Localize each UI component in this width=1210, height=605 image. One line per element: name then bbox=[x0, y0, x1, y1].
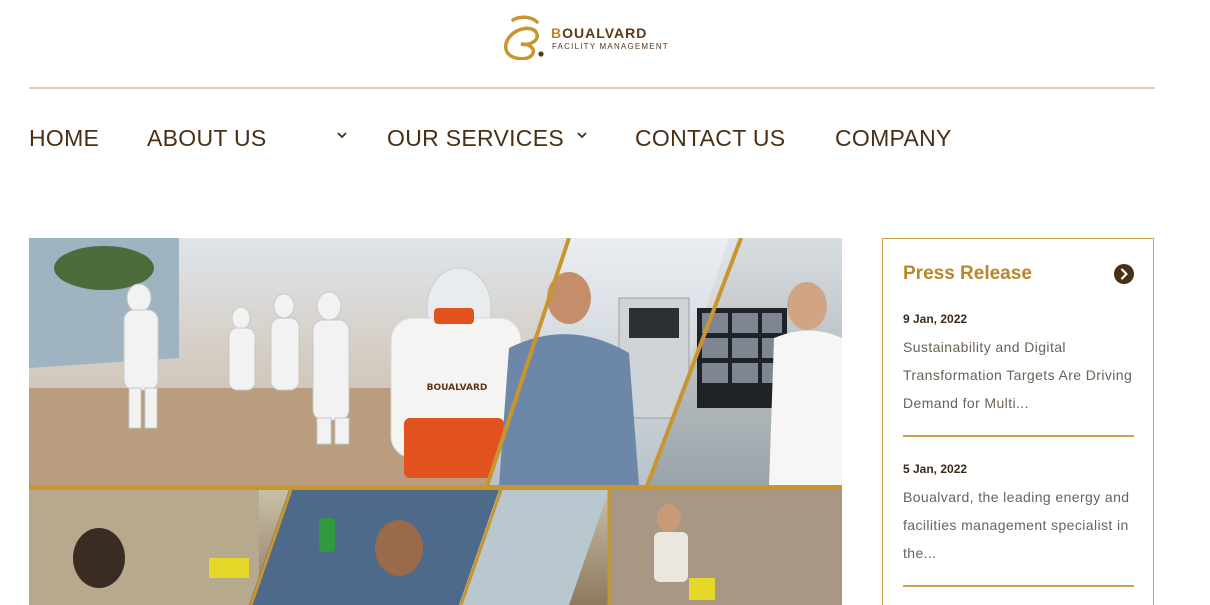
nav-contact-us[interactable]: CONTACT US bbox=[635, 118, 785, 158]
chevron-down-icon[interactable] bbox=[575, 128, 589, 142]
press-release-panel: Press Release 9 Jan, 2022 Sustainability… bbox=[882, 238, 1154, 605]
brand-tagline: FACILITY MANAGEMENT bbox=[552, 42, 669, 51]
brand-name: BOUALVARD bbox=[551, 25, 648, 41]
main-nav: HOME ABOUT US OUR SERVICES CONTACT US CO… bbox=[0, 118, 1210, 158]
arrow-right-circle-icon[interactable] bbox=[1113, 263, 1135, 285]
press-release-excerpt[interactable]: Sustainability and Digital Transformatio… bbox=[903, 333, 1135, 417]
press-release-divider bbox=[903, 585, 1134, 587]
press-release-date: 9 Jan, 2022 bbox=[903, 312, 968, 326]
press-release-item: 9 Jan, 2022 Sustainability and Digital T… bbox=[903, 311, 1135, 417]
press-release-title: Press Release bbox=[903, 263, 1032, 284]
hero-collage-illustration: BOUALVARD bbox=[29, 238, 842, 605]
hero-collage-image: BOUALVARD bbox=[29, 238, 842, 605]
site-logo[interactable]: BOUALVARD FACILITY MANAGEMENT bbox=[501, 14, 691, 60]
press-release-divider bbox=[903, 435, 1134, 437]
nav-home[interactable]: HOME bbox=[29, 118, 99, 158]
nav-about-us[interactable]: ABOUT US bbox=[147, 118, 267, 158]
sprayer-brand-label: BOUALVARD bbox=[427, 383, 488, 393]
logo-mark-icon bbox=[504, 15, 544, 60]
header-divider bbox=[29, 87, 1155, 89]
chevron-down-icon[interactable] bbox=[335, 128, 349, 142]
nav-company[interactable]: COMPANY bbox=[835, 118, 952, 158]
nav-our-services[interactable]: OUR SERVICES bbox=[387, 118, 564, 158]
press-release-date: 5 Jan, 2022 bbox=[903, 462, 968, 476]
press-release-excerpt[interactable]: Boualvard, the leading energy and facili… bbox=[903, 483, 1135, 567]
press-release-item: 5 Jan, 2022 Boualvard, the leading energ… bbox=[903, 461, 1135, 567]
